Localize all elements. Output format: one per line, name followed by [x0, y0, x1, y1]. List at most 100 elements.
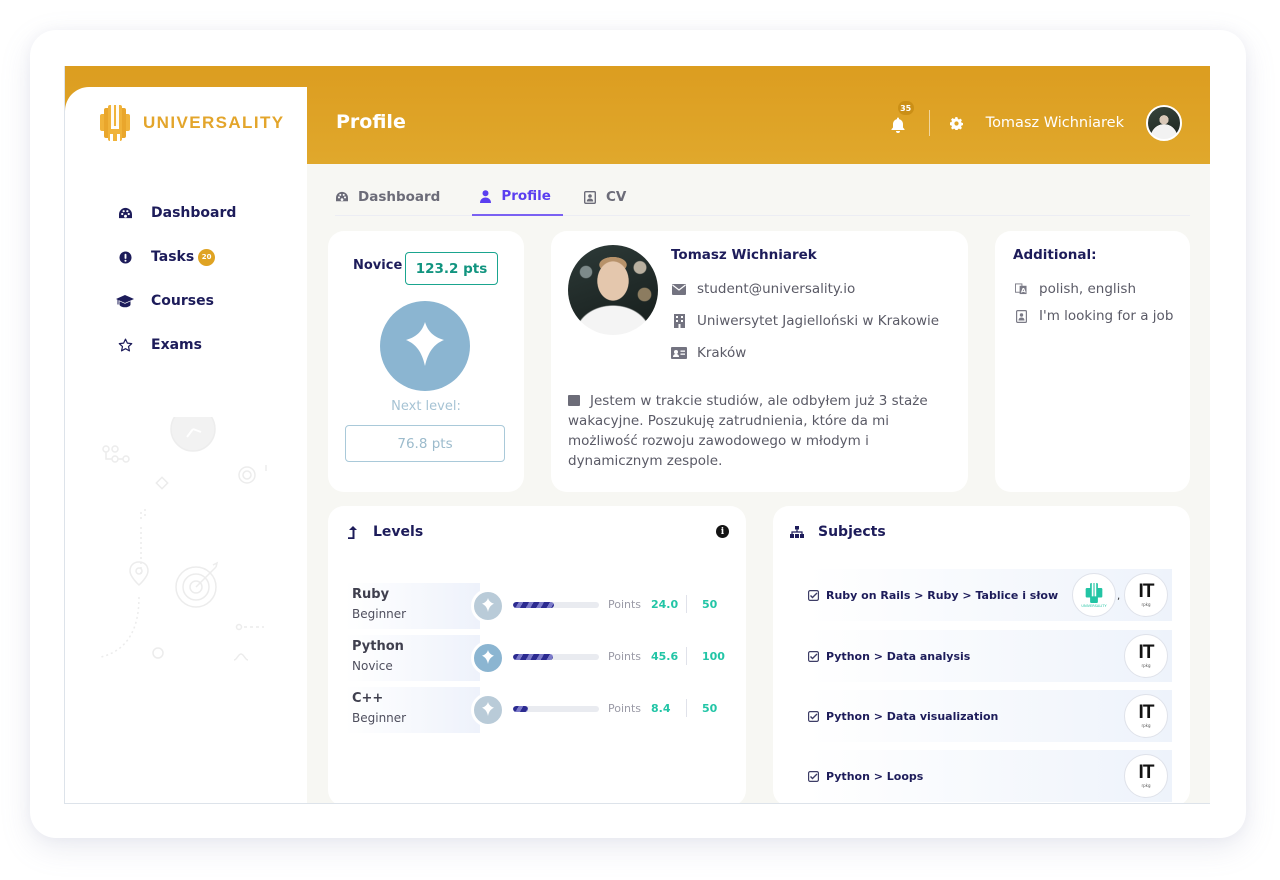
level-badge	[471, 641, 505, 675]
dashboard-gauge-icon	[335, 190, 349, 204]
user-name[interactable]: Tomasz Wichniarek	[986, 115, 1124, 131]
tab-dashboard[interactable]: Dashboard	[335, 178, 452, 216]
profile-email: student@universality.io	[671, 281, 855, 297]
it-provider-logo[interactable]: IT rpkg	[1124, 694, 1168, 738]
subject-level: Beginner	[352, 711, 407, 725]
subject-label: Python > Data analysis	[826, 649, 971, 663]
points-value: 8.4	[651, 702, 671, 715]
info-icon[interactable]: i	[716, 525, 729, 538]
address-card-icon	[671, 346, 687, 360]
email-text[interactable]: student@universality.io	[697, 281, 855, 297]
sidebar-item-label: Exams	[151, 337, 202, 353]
subject-label: Python > Data visualization	[826, 709, 999, 723]
subject-name: Ruby	[352, 587, 390, 602]
points-max: 50	[702, 598, 718, 611]
user-avatar[interactable]	[1146, 105, 1182, 141]
current-level: Novice	[353, 258, 403, 273]
job-status-text: I'm looking for a job	[1039, 308, 1174, 324]
level-row[interactable]: Python Novice Points 45.6 100	[345, 635, 735, 681]
subject-row[interactable]: Python > Loops IT rpkg	[808, 750, 1172, 802]
profile-tabs: Dashboard Profile CV	[335, 178, 1190, 216]
star-outline-icon	[115, 335, 135, 355]
points-divider	[686, 647, 687, 665]
next-level-label: Next level:	[391, 399, 461, 414]
tab-cv[interactable]: CV	[583, 178, 638, 216]
profile-bio: Jestem w trakcie studiów, ale odbyłem ju…	[568, 391, 948, 471]
gear-icon	[949, 115, 963, 134]
archive-icon	[568, 395, 580, 406]
universality-logo-icon	[100, 105, 130, 141]
level-row[interactable]: Ruby Beginner Points 24.0 50	[345, 583, 735, 629]
next-level-points: 76.8 pts	[345, 425, 505, 462]
tab-label: CV	[605, 189, 627, 205]
universality-logo-icon	[1085, 582, 1103, 603]
tab-profile[interactable]: Profile	[472, 178, 563, 216]
level-badge	[471, 589, 505, 623]
language-icon: A	[1015, 283, 1027, 296]
id-badge-icon	[1015, 309, 1027, 323]
page-title: Profile	[336, 111, 406, 133]
checkbox-checked-icon	[808, 770, 819, 782]
sparkle-icon	[482, 649, 494, 668]
profile-photo	[568, 245, 658, 335]
exclamation-circle-icon	[115, 247, 135, 267]
sidebar-item-label: Dashboard	[151, 205, 237, 221]
tasks-count-badge: 20	[198, 248, 216, 266]
level-up-icon	[345, 525, 359, 539]
sidebar-item-exams[interactable]: Exams	[115, 323, 236, 367]
header-actions: 35 Tomasz Wichniarek	[891, 101, 1182, 142]
points-max: 100	[702, 650, 725, 663]
profile-name: Tomasz Wichniarek	[671, 247, 817, 263]
bio-text: Jestem w trakcie studiów, ale odbyłem ju…	[568, 393, 928, 469]
it-logo-subtext: rpkg	[1141, 602, 1151, 607]
level-progress-bar	[513, 602, 599, 608]
it-logo-text: IT	[1138, 762, 1155, 783]
it-logo-text: IT	[1138, 642, 1155, 663]
points-max: 50	[702, 702, 718, 715]
subjects-header: Subjects	[790, 524, 886, 540]
levels-title: Levels	[373, 524, 424, 540]
subject-label: Python > Loops	[826, 769, 924, 783]
user-icon	[478, 189, 492, 203]
envelope-icon	[671, 282, 687, 296]
points-divider	[686, 595, 687, 613]
subject-level: Beginner	[352, 607, 407, 621]
points-divider	[686, 699, 687, 717]
universality-provider-logo[interactable]: UNIVERSALITY	[1072, 573, 1116, 617]
profile-university: Uniwersytet Jagielloński w Krakowie	[671, 313, 939, 329]
it-provider-logo[interactable]: IT rpkg	[1124, 573, 1168, 617]
points-value: 24.0	[651, 598, 679, 611]
additional-title: Additional:	[1013, 247, 1097, 263]
it-logo-subtext: rpkg	[1141, 723, 1151, 728]
subject-row[interactable]: Python > Data analysis IT rpkg	[808, 630, 1172, 682]
subjects-title: Subjects	[818, 524, 886, 540]
tab-label: Dashboard	[358, 189, 441, 205]
dashboard-gauge-icon	[115, 203, 135, 223]
it-logo-text: IT	[1138, 581, 1155, 602]
level-progress-bar	[513, 706, 599, 712]
checkbox-checked-icon	[808, 589, 819, 601]
points-value: 45.6	[651, 650, 679, 663]
notifications-button[interactable]: 35	[891, 101, 914, 133]
university-text: Uniwersytet Jagielloński w Krakowie	[697, 313, 940, 329]
it-provider-logo[interactable]: IT rpkg	[1124, 754, 1168, 798]
sidebar-item-tasks[interactable]: Tasks 20	[115, 235, 236, 279]
notifications-count: 35	[897, 101, 914, 115]
subject-name: C++	[352, 691, 384, 706]
subject-row[interactable]: Python > Data visualization IT rpkg	[808, 690, 1172, 742]
sidebar-item-courses[interactable]: Courses	[115, 279, 236, 323]
brand-logo[interactable]: UNIVERSALITY	[100, 105, 284, 141]
building-icon	[671, 314, 687, 328]
level-row[interactable]: C++ Beginner Points 8.4 50	[345, 687, 735, 733]
id-badge-icon	[583, 190, 597, 204]
subject-row[interactable]: Ruby on Rails > Ruby > Tablice i słow UN…	[808, 569, 1172, 621]
points-label: Points	[608, 598, 642, 611]
it-provider-logo[interactable]: IT rpkg	[1124, 634, 1168, 678]
level-progress-fill	[513, 654, 553, 660]
brand-name: UNIVERSALITY	[143, 113, 285, 132]
decorative-illustration	[101, 417, 267, 661]
level-badge	[471, 693, 505, 727]
it-logo-subtext: rpkg	[1141, 783, 1151, 788]
settings-button[interactable]	[949, 115, 966, 134]
sidebar-item-dashboard[interactable]: Dashboard	[115, 191, 236, 235]
